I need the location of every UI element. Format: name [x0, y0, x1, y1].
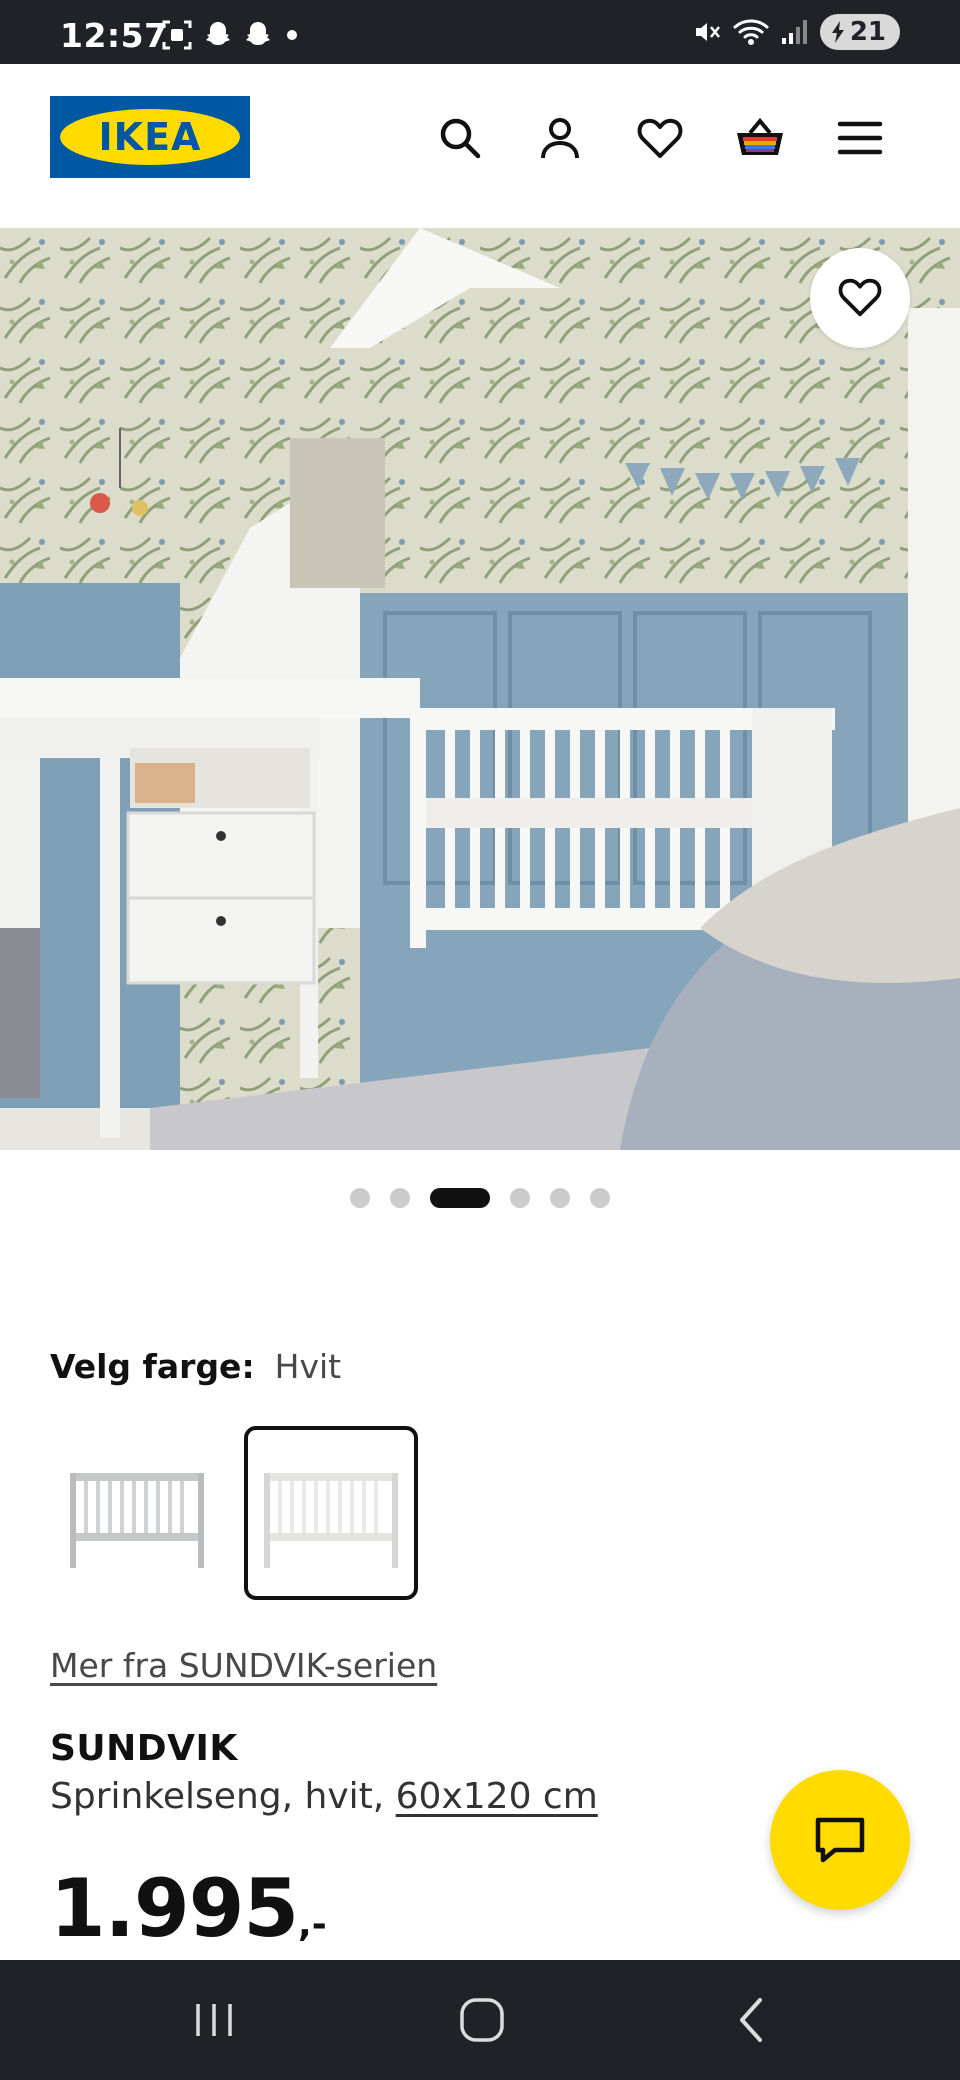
logo-oval: IKEA [60, 109, 240, 165]
product-description-text: Sprinkelseng, hvit, [50, 1776, 385, 1817]
ikea-logo[interactable]: IKEA [50, 96, 250, 178]
recent-apps-icon[interactable] [184, 1990, 244, 2050]
carousel-dot[interactable] [510, 1188, 530, 1208]
battery-level: 21 [849, 17, 886, 47]
carousel-dots [0, 1188, 960, 1208]
snapchat-icon [206, 22, 230, 45]
product-price: 1.995,- [50, 1862, 327, 1955]
account-icon[interactable] [534, 112, 586, 164]
wifi-icon [733, 19, 769, 45]
wishlist-heart-icon[interactable] [634, 112, 686, 164]
battery-charging-icon [831, 21, 844, 43]
carousel-dot[interactable] [350, 1188, 370, 1208]
snapchat-icon [246, 22, 270, 45]
color-swatch-grey[interactable] [50, 1426, 224, 1600]
nursery-room-photo [0, 228, 960, 1150]
cart-basket-icon[interactable] [734, 112, 786, 164]
status-time: 12:57 [60, 16, 168, 55]
signal-icon [781, 20, 807, 44]
price-suffix: ,- [298, 1904, 327, 1945]
color-swatches [50, 1426, 418, 1600]
search-icon[interactable] [434, 112, 486, 164]
product-name: SUNDVIK [50, 1728, 238, 1769]
status-bar: 12:57 21 [0, 0, 960, 64]
carousel-dot-active[interactable] [430, 1188, 490, 1208]
color-selector-row: Velg farge: Hvit [50, 1347, 341, 1386]
system-navigation-bar [0, 1960, 960, 2080]
back-icon[interactable] [722, 1990, 782, 2050]
status-icons-left [160, 18, 302, 52]
crib-thumbnail-grey [70, 1473, 204, 1568]
logo-text: IKEA [98, 115, 202, 159]
screenshot-icon [162, 20, 192, 50]
product-size-link[interactable]: 60x120 cm [396, 1776, 598, 1817]
home-icon[interactable] [452, 1990, 512, 2050]
menu-hamburger-icon[interactable] [834, 112, 886, 164]
product-description: Sprinkelseng, hvit, 60x120 cm [50, 1776, 598, 1817]
product-hero-image[interactable] [0, 228, 960, 1150]
price-amount: 1.995 [50, 1862, 299, 1955]
chat-bubble-icon [815, 1817, 865, 1863]
carousel-dot[interactable] [590, 1188, 610, 1208]
mute-icon [695, 23, 720, 41]
chat-button[interactable] [770, 1770, 910, 1910]
heart-outline-icon [838, 278, 882, 317]
crib-thumbnail-white [264, 1473, 398, 1568]
color-swatch-white-selected[interactable] [244, 1426, 418, 1600]
carousel-dot[interactable] [390, 1188, 410, 1208]
series-link[interactable]: Mer fra SUNDVIK-serien [50, 1646, 437, 1685]
status-icons-right: 21 [690, 14, 900, 50]
dot-icon [287, 30, 297, 40]
hero-favorite-button[interactable] [810, 248, 910, 348]
battery-indicator: 21 [819, 14, 900, 50]
site-header: IKEA [0, 64, 960, 228]
color-label: Velg farge: [50, 1347, 255, 1386]
color-value: Hvit [274, 1347, 342, 1386]
carousel-dot[interactable] [550, 1188, 570, 1208]
